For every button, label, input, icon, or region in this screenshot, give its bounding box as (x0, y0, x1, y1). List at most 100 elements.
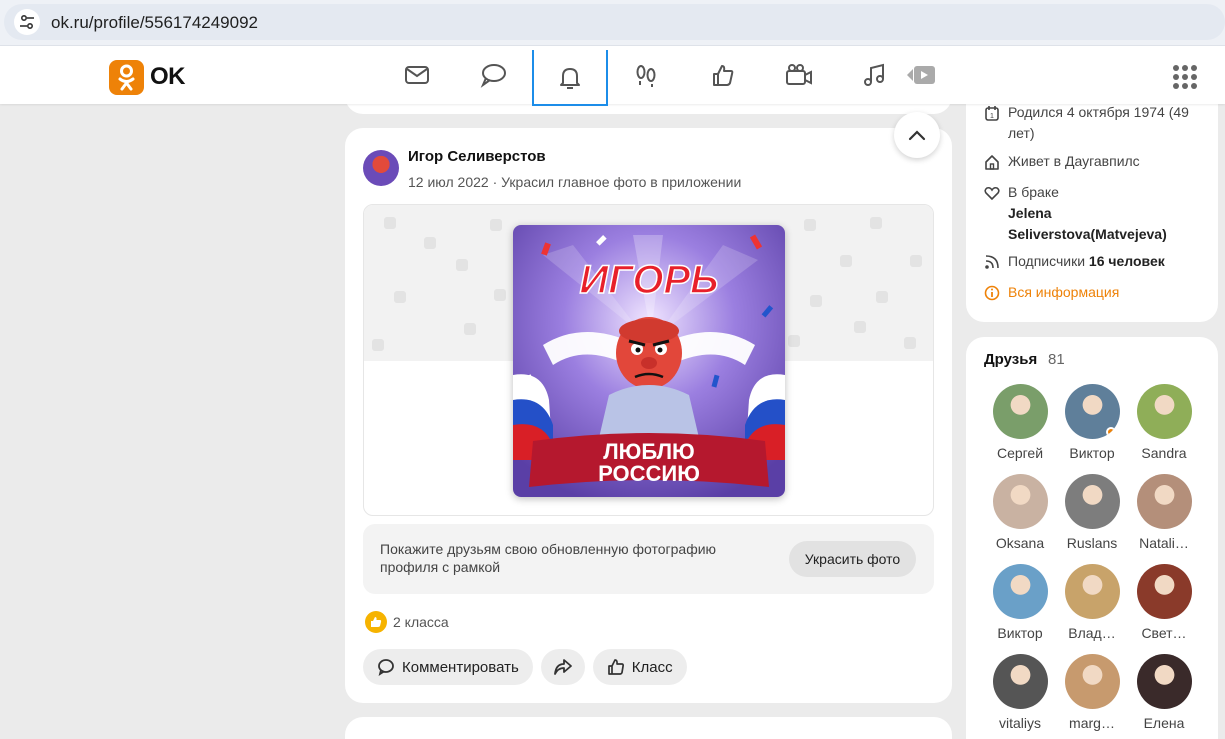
friend-name[interactable]: vitaliys (984, 715, 1056, 731)
friend-avatar[interactable] (1064, 564, 1120, 619)
friend-item[interactable]: marg… (1056, 654, 1128, 731)
browser-address-bar: ok.ru/profile/556174249092 (0, 0, 1225, 46)
followers-count: 16 человек (1088, 253, 1165, 269)
friend-avatar[interactable] (1136, 564, 1192, 619)
friend-avatar[interactable] (992, 474, 1048, 529)
home-icon (984, 151, 1002, 176)
nav-notifications[interactable] (532, 50, 608, 106)
post-author-avatar[interactable] (363, 150, 399, 186)
nav-discussions[interactable] (455, 46, 531, 104)
post-actions: Комментировать Класс (363, 649, 687, 685)
all-info-text: Вся информация (1008, 284, 1120, 300)
friend-avatar[interactable] (1136, 654, 1192, 709)
location-row: Живет в Даугавпилс (984, 151, 1140, 176)
friend-item[interactable]: Елена (1128, 654, 1200, 731)
comment-button[interactable]: Комментировать (363, 649, 533, 685)
post-action: Украсил главное фото в приложении (501, 174, 742, 190)
friend-name[interactable]: Виктор (984, 625, 1056, 641)
likes-icon (713, 65, 734, 86)
friend-name[interactable]: Свет… (1128, 625, 1200, 641)
likes-summary[interactable]: 2 класса (365, 611, 449, 633)
bell-icon (560, 68, 580, 89)
friend-name[interactable]: Sandra (1128, 445, 1200, 461)
scroll-to-top-button[interactable] (894, 112, 940, 158)
friend-item[interactable]: Sandra (1128, 384, 1200, 461)
apps-grid-button[interactable] (1172, 64, 1198, 90)
class-like-button[interactable]: Класс (592, 649, 687, 685)
followers-label: Подписчики (1008, 253, 1086, 269)
friend-item[interactable]: Влад… (1056, 564, 1128, 641)
friend-avatar[interactable] (1136, 384, 1192, 439)
nav-ratings[interactable] (685, 46, 761, 104)
photo-title-text: ИГОРЬ (580, 258, 719, 302)
thumbs-up-icon (607, 659, 624, 675)
ok-logo[interactable]: OK (109, 59, 186, 95)
url-text[interactable]: ok.ru/profile/556174249092 (51, 13, 258, 33)
friend-avatar[interactable] (1064, 474, 1120, 529)
friend-item[interactable]: Ruslans (1056, 474, 1128, 551)
info-icon (984, 282, 1002, 307)
friend-name[interactable]: marg… (1056, 715, 1128, 731)
post-meta: 12 июл 2022 · Украсил главное фото в при… (408, 174, 741, 190)
share-icon (553, 659, 572, 675)
spouse-name[interactable]: Jelena Seliverstova(Matvejeva) (1008, 205, 1167, 242)
friend-item[interactable]: vitaliys (984, 654, 1056, 731)
post-date: 12 июл 2022 (408, 174, 489, 190)
nav-video-calls[interactable] (761, 46, 837, 104)
friend-name[interactable]: Oksana (984, 535, 1056, 551)
friend-avatar[interactable] (992, 654, 1048, 709)
site-settings-icon[interactable] (14, 9, 40, 35)
nav-guests[interactable] (608, 46, 684, 104)
post-author-name[interactable]: Игор Селиверстов (408, 148, 546, 165)
married-label: В браке (1008, 184, 1059, 200)
video-call-icon (786, 64, 812, 85)
friend-avatar[interactable] (1064, 384, 1120, 439)
post-photo-frame[interactable]: ИГОРЬ ЛЮБЛЮ РОССИЮ (363, 204, 934, 516)
friend-name[interactable]: Виктор (1056, 445, 1128, 461)
next-post-card (345, 717, 952, 739)
friend-item[interactable]: Свет… (1128, 564, 1200, 641)
friend-item[interactable]: Oksana (984, 474, 1056, 551)
marriage-row: В браке Jelena Seliverstova(Matvejeva) (984, 182, 1209, 245)
ok-logo-icon (109, 59, 144, 95)
feed-post: Игор Селиверстов 12 июл 2022 · Украсил г… (345, 128, 952, 703)
calendar-icon: 1 (984, 102, 1002, 144)
friend-avatar[interactable] (992, 564, 1048, 619)
friend-name[interactable]: Елена (1128, 715, 1200, 731)
comment-label: Комментировать (402, 658, 519, 676)
mail-icon (405, 66, 429, 84)
friend-avatar[interactable] (1064, 654, 1120, 709)
apps-grid-icon (1173, 65, 1197, 89)
friend-avatar[interactable] (1136, 474, 1192, 529)
friend-avatar[interactable] (992, 384, 1048, 439)
decorate-photo-button[interactable]: Украсить фото (789, 541, 916, 577)
friend-name[interactable]: Сергей (984, 445, 1056, 461)
profile-info-card: 1 Родился 4 октября 1974 (49 лет) Живет … (966, 90, 1218, 322)
comment-icon (378, 659, 394, 676)
friend-name[interactable]: Влад… (1056, 625, 1128, 641)
friends-title[interactable]: Друзья (984, 351, 1037, 368)
friend-item[interactable]: Виктор (1056, 384, 1128, 461)
logo-text: OK (150, 63, 186, 90)
friend-name[interactable]: Natali… (1128, 535, 1200, 551)
all-info-link[interactable]: Вся информация (984, 282, 1119, 307)
promo-text: Покажите друзьям свою обновленную фотогр… (380, 541, 717, 575)
friend-item[interactable]: Сергей (984, 384, 1056, 461)
friend-item[interactable]: Виктор (984, 564, 1056, 641)
class-label: Класс (631, 658, 673, 676)
like-badge-icon (365, 611, 387, 633)
meta-separator: · (492, 174, 502, 190)
top-navigation: OK (0, 46, 1225, 106)
nav-video[interactable] (883, 46, 959, 104)
address-field[interactable]: ok.ru/profile/556174249092 (4, 4, 1225, 40)
share-button[interactable] (540, 649, 585, 685)
friend-item[interactable]: Natali… (1128, 474, 1200, 551)
profile-photo-with-frame[interactable]: ИГОРЬ ЛЮБЛЮ РОССИЮ (513, 225, 785, 497)
svg-text:1: 1 (990, 113, 994, 120)
rings-icon (984, 182, 1002, 245)
friends-card: Друзья 81 Сергей Виктор Sandra Oksana Ruslan… (966, 337, 1218, 739)
friend-name[interactable]: Ruslans (1056, 535, 1128, 551)
frame-promo-block: Покажите друзьям свою обновленную фотогр… (363, 524, 934, 594)
followers-row[interactable]: Подписчики 16 человек (984, 251, 1165, 276)
nav-messages[interactable] (379, 46, 455, 104)
